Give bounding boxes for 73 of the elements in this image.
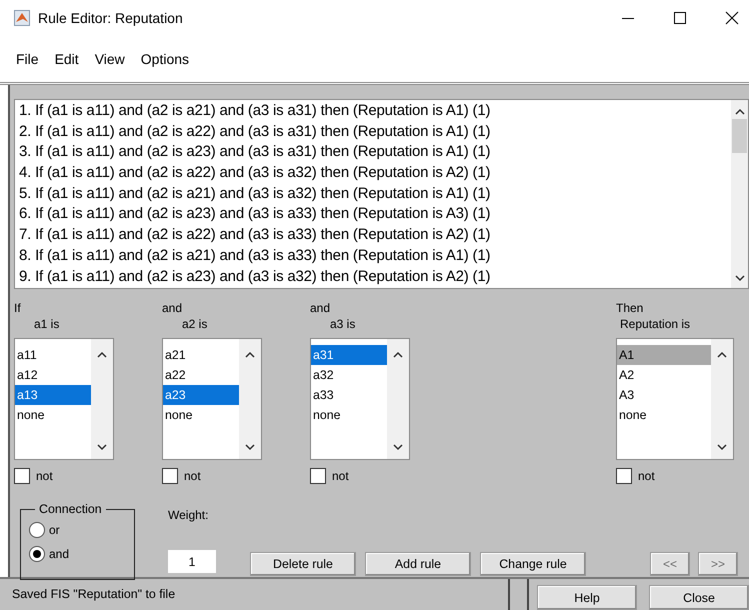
weight-label: Weight: xyxy=(168,508,210,522)
not-checkbox[interactable] xyxy=(616,468,632,484)
scroll-up-icon[interactable] xyxy=(245,351,255,358)
menu-item[interactable]: File xyxy=(8,51,47,67)
list-item[interactable]: a32 xyxy=(311,365,387,385)
scrollbar-thumb[interactable] xyxy=(732,119,747,153)
checkbox-label: not xyxy=(184,469,201,483)
variable-label: Reputation is xyxy=(619,317,692,333)
list-item[interactable]: none xyxy=(163,405,239,425)
list-item[interactable]: a21 xyxy=(163,345,239,365)
radio-button[interactable] xyxy=(29,522,45,538)
rule-item[interactable]: 6. If (a1 is a11) and (a2 is a23) and (a3 is a33) then (Reputation is A3) (1) xyxy=(19,204,731,226)
list-item[interactable]: none xyxy=(617,405,711,425)
maximize-icon[interactable] xyxy=(673,11,687,25)
checkbox-label: not xyxy=(638,469,655,483)
connector-label: If xyxy=(14,301,22,317)
list-item[interactable]: a13 xyxy=(15,385,91,405)
not-checkbox[interactable] xyxy=(310,468,326,484)
footer-button[interactable]: Close xyxy=(649,585,749,610)
list-item[interactable]: A2 xyxy=(617,365,711,385)
not-checkbox[interactable] xyxy=(14,468,30,484)
scroll-down-icon[interactable] xyxy=(245,444,255,451)
footer-button[interactable]: Help xyxy=(537,585,637,610)
radio-label: and xyxy=(49,547,70,561)
connector-label: and xyxy=(162,301,184,317)
list-item[interactable]: none xyxy=(15,405,91,425)
rule-item[interactable]: 9. If (a1 is a11) and (a2 is a23) and (a3 is a32) then (Reputation is A2) (1) xyxy=(19,266,731,288)
close-icon[interactable] xyxy=(725,11,739,25)
list-item[interactable]: none xyxy=(311,405,387,425)
scroll-down-icon[interactable] xyxy=(734,275,744,282)
rule-item[interactable]: 2. If (a1 is a11) and (a2 is a22) and (a3 is a31) then (Reputation is A1) (1) xyxy=(19,122,731,142)
window-title: Rule Editor: Reputation xyxy=(38,10,184,26)
rule-item[interactable]: 7. If (a1 is a11) and (a2 is a22) and (a3 is a33) then (Reputation is A2) (1) xyxy=(19,225,731,246)
group-title: Connection xyxy=(38,502,103,516)
not-checkbox[interactable] xyxy=(162,468,178,484)
scroll-down-icon[interactable] xyxy=(393,444,403,451)
scroll-down-icon[interactable] xyxy=(97,444,107,451)
rule-item[interactable]: 1. If (a1 is a11) and (a2 is a21) and (a3 is a31) then (Reputation is A1) (1) xyxy=(19,101,731,122)
scroll-down-icon[interactable] xyxy=(717,444,727,451)
scroll-up-icon[interactable] xyxy=(717,351,727,358)
list-item[interactable]: A3 xyxy=(617,385,711,405)
list-item[interactable]: a23 xyxy=(163,385,239,405)
variable-label: a3 is xyxy=(329,317,356,333)
rule-item[interactable]: 8. If (a1 is a11) and (a2 is a21) and (a3 is a33) then (Reputation is A1) (1) xyxy=(19,246,731,266)
list-item[interactable]: a22 xyxy=(163,365,239,385)
variable-label: a1 is xyxy=(33,317,60,333)
app-icon xyxy=(14,10,30,26)
list-item[interactable]: a31 xyxy=(311,345,387,365)
checkbox-label: not xyxy=(36,469,53,483)
action-button[interactable]: Add rule xyxy=(365,552,471,576)
scroll-up-icon[interactable] xyxy=(393,351,403,358)
action-button[interactable]: Change rule xyxy=(480,552,586,576)
rule-item[interactable]: 4. If (a1 is a11) and (a2 is a22) and (a3 is a32) then (Reputation is A2) (1) xyxy=(19,163,731,184)
rule-item[interactable]: 5. If (a1 is a11) and (a2 is a21) and (a3 is a32) then (Reputation is A1) (1) xyxy=(19,184,731,204)
scroll-up-icon[interactable] xyxy=(734,108,744,115)
variable-label: a2 is xyxy=(181,317,208,333)
checkbox-label: not xyxy=(332,469,349,483)
radio-button[interactable] xyxy=(29,546,45,562)
list-item[interactable]: A1 xyxy=(617,345,711,365)
action-button[interactable]: Delete rule xyxy=(250,552,356,576)
connector-label: Then xyxy=(616,301,644,317)
status-message: Saved FIS "Reputation" to file xyxy=(0,579,510,610)
list-item[interactable]: a11 xyxy=(15,345,91,365)
menu-item[interactable]: Edit xyxy=(46,51,87,67)
connector-label: and xyxy=(310,301,332,317)
list-item[interactable]: a12 xyxy=(15,365,91,385)
radio-label: or xyxy=(49,523,60,537)
menu-item[interactable]: Options xyxy=(132,51,198,67)
menu-item[interactable]: View xyxy=(86,51,133,67)
scroll-up-icon[interactable] xyxy=(97,351,107,358)
list-item[interactable]: a33 xyxy=(311,385,387,405)
weight-field[interactable]: 1 xyxy=(168,550,216,573)
rule-item[interactable]: 3. If (a1 is a11) and (a2 is a23) and (a3 is a31) then (Reputation is A1) (1) xyxy=(19,142,731,164)
